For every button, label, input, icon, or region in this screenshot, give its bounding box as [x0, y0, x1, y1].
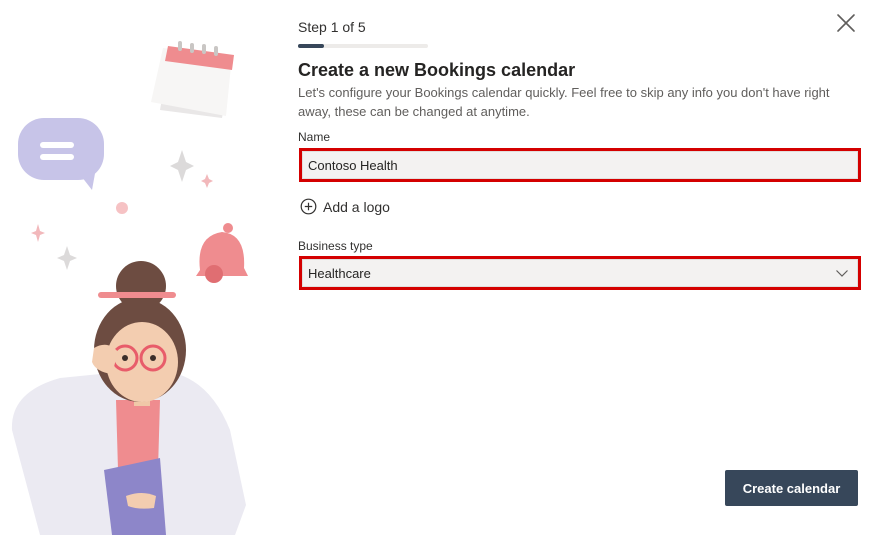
name-input[interactable] — [302, 151, 858, 179]
bell-icon — [196, 223, 248, 283]
page-title: Create a new Bookings calendar — [298, 60, 576, 80]
business-type-dropdown[interactable]: Healthcare — [302, 259, 858, 287]
add-logo-button[interactable]: Add a logo — [300, 198, 390, 215]
progress-fill — [298, 44, 324, 48]
sparkle-icon — [201, 174, 213, 188]
calendar-icon — [151, 41, 234, 118]
page-description: Let's configure your Bookings calendar q… — [298, 85, 830, 119]
chevron-down-icon — [836, 270, 848, 277]
create-calendar-button[interactable]: Create calendar — [725, 470, 858, 506]
sparkle-icon — [57, 246, 77, 270]
name-label: Name — [298, 130, 331, 144]
step-indicator: Step 1 of 5 — [298, 19, 366, 35]
welcome-illustration — [11, 41, 248, 535]
business-type-label: Business type — [298, 239, 373, 253]
dot-decoration — [116, 202, 128, 214]
add-circle-icon — [300, 198, 317, 215]
chat-bubble-icon — [18, 118, 104, 190]
person-illustration — [11, 261, 246, 535]
sparkle-icon — [170, 150, 194, 182]
add-logo-label: Add a logo — [323, 198, 390, 215]
sparkle-icon — [31, 224, 45, 242]
progress-bar — [298, 44, 428, 48]
business-type-value: Healthcare — [308, 265, 371, 281]
close-button[interactable] — [834, 11, 858, 35]
close-icon — [837, 14, 855, 32]
